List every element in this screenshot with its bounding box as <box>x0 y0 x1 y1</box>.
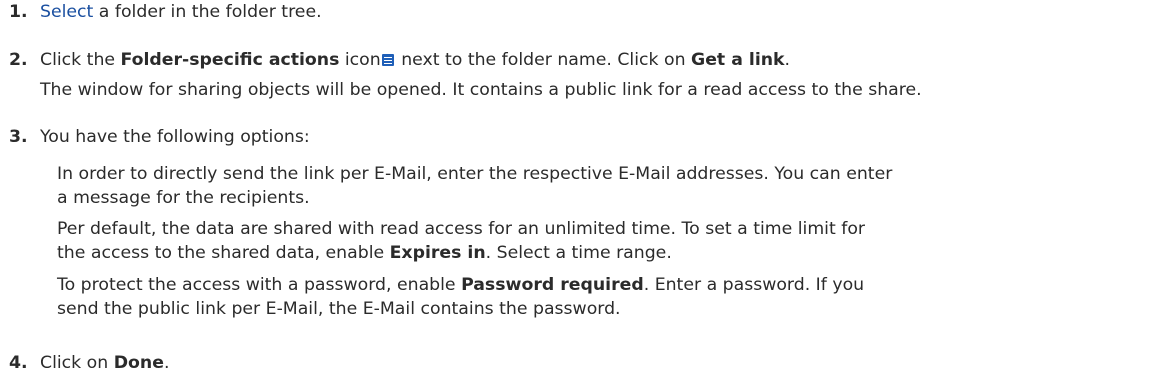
step-number: 2. <box>9 50 28 70</box>
done-label: Done <box>113 353 164 373</box>
option-text: the access to the shared data, enable Ex… <box>57 243 672 263</box>
option-text-part: the access to the shared data, enable <box>57 243 390 263</box>
step-text: Click on <box>40 353 114 373</box>
hamburger-menu-icon <box>381 54 394 66</box>
step-3: 3. You have the following options: <box>9 127 310 147</box>
select-link[interactable]: Select <box>40 2 93 22</box>
option-text: a message for the recipients. <box>57 188 310 208</box>
expires-in-label: Expires in <box>389 243 486 263</box>
step-text: Click the <box>40 50 121 70</box>
step-text: a folder in the folder tree. <box>93 2 322 22</box>
step-text: icon <box>339 50 381 70</box>
step-number: 1. <box>9 2 28 22</box>
option-text: send the public link per E-Mail, the E-M… <box>57 299 621 319</box>
step-2-note: The window for sharing objects will be o… <box>40 80 922 100</box>
option-text-part: To protect the access with a password, e… <box>57 275 462 295</box>
step-text: . <box>784 50 791 70</box>
step-text: next to the folder name. Click on <box>395 50 692 70</box>
option-text-part: . Enter a password. If you <box>643 275 865 295</box>
step-number: 3. <box>9 127 28 147</box>
option-text-part: . Select a time range. <box>485 243 672 263</box>
step-number: 4. <box>9 353 28 373</box>
option-text: In order to directly send the link per E… <box>57 164 893 184</box>
option-text: Per default, the data are shared with re… <box>57 219 866 239</box>
step-1: 1. Select a folder in the folder tree. <box>9 2 322 22</box>
option-text: To protect the access with a password, e… <box>57 275 864 295</box>
step-2: 2. Click the Folder-specific actions icon… <box>9 50 790 70</box>
step-4: 4. Click on Done. <box>9 353 169 373</box>
get-a-link-label: Get a link <box>691 50 785 70</box>
step-text: . <box>163 353 170 373</box>
step-text: You have the following options: <box>40 127 310 147</box>
folder-specific-actions-label: Folder-specific actions <box>120 50 340 70</box>
password-required-label: Password required <box>461 275 644 295</box>
